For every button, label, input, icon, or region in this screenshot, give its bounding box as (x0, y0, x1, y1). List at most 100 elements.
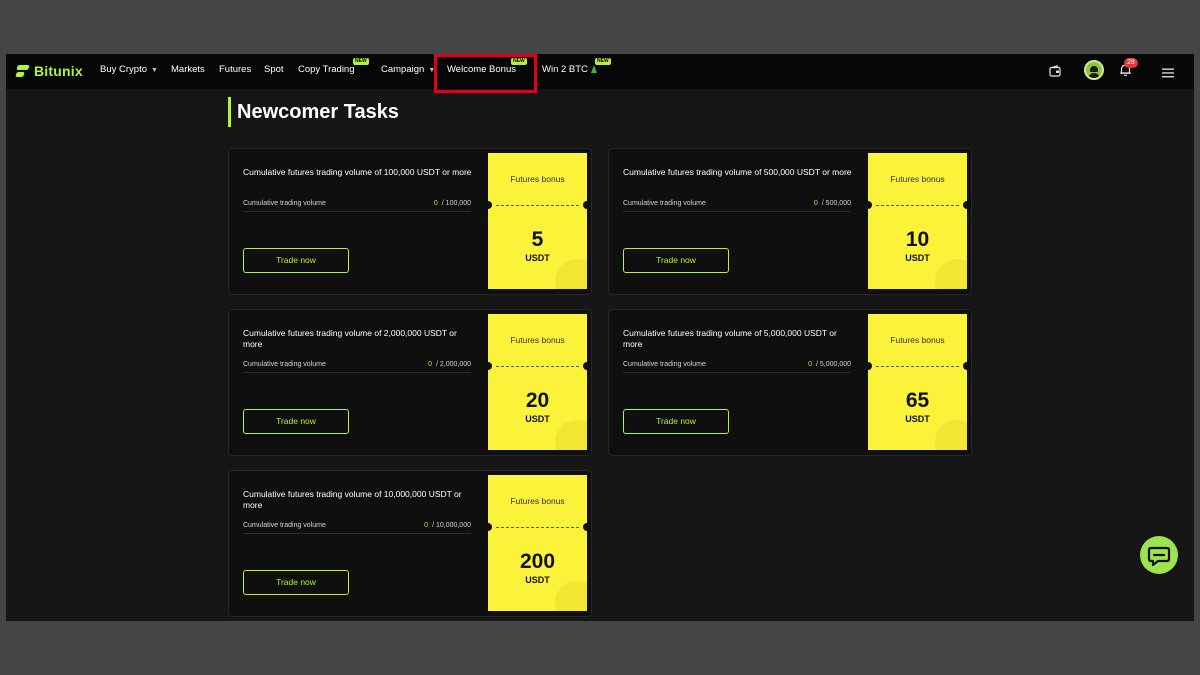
nav-item-label: Copy Trading (298, 64, 355, 75)
progress-label: Cumulative trading volume (243, 200, 326, 207)
new-badge: NEW (511, 58, 527, 65)
progress-current: 0 (428, 361, 432, 368)
ticket-notch (484, 362, 492, 370)
progress-value: 0/ 100,000 (379, 200, 471, 207)
menu-icon[interactable] (1162, 65, 1174, 83)
trade-now-button[interactable]: Trade now (623, 409, 729, 434)
divider (243, 533, 471, 534)
nav-item-label: Welcome Bonus (447, 64, 516, 75)
nav-item-label: Futures (219, 64, 252, 75)
progress-label: Cumulative trading volume (623, 200, 706, 207)
bonus-label: Futures bonus (510, 496, 565, 506)
nav-item-buy-crypto[interactable]: Buy Crypto ▼ (100, 64, 158, 75)
new-badge: NEW (595, 58, 611, 65)
christmas-tree-icon (590, 65, 597, 73)
divider (623, 372, 851, 373)
coin-decoration (935, 420, 967, 450)
bonus-ticket: Futures bonus 10 USDT (868, 153, 967, 289)
bonus-label: Futures bonus (510, 174, 565, 184)
ticket-divider (496, 366, 579, 367)
wallet-icon[interactable] (1049, 64, 1061, 82)
bonus-amount: 20 (525, 389, 550, 412)
ticket-notch (963, 201, 971, 209)
progress-target: / 5,000,000 (815, 361, 851, 368)
ticket-divider (876, 366, 959, 367)
ticket-notch (484, 523, 492, 531)
bonus-ticket: Futures bonus 5 USDT (488, 153, 587, 289)
bonus-amount: 5 (531, 228, 544, 251)
logo-text: Bitunix (34, 63, 83, 79)
progress-target: / 500,000 (821, 200, 851, 207)
progress-current: 0 (424, 522, 429, 529)
progress-value: 0/ 5,000,000 (759, 361, 851, 368)
divider (243, 372, 471, 373)
nav-item-label: Spot (264, 64, 284, 75)
bonus-label: Futures bonus (510, 335, 565, 345)
nav-item-label: Win 2 BTC (542, 64, 588, 75)
bonus-unit: USDT (905, 253, 930, 263)
nav-item-copy-trading[interactable]: Copy Trading (298, 64, 355, 75)
divider (623, 211, 851, 212)
bitunix-logo-icon (15, 64, 30, 78)
nav-item-spot[interactable]: Spot (264, 64, 284, 75)
task-title: Cumulative futures trading volume of 500… (623, 167, 852, 177)
task-title: Cumulative futures trading volume of 5,0… (623, 328, 837, 349)
avatar[interactable] (1084, 60, 1104, 80)
progress-value: 0/ 2,000,000 (379, 361, 471, 368)
trade-now-button[interactable]: Trade now (243, 248, 349, 273)
trade-now-button[interactable]: Trade now (243, 570, 349, 595)
task-title: Cumulative futures trading volume of 100… (243, 167, 472, 177)
nav-item-welcome-bonus[interactable]: Welcome Bonus (447, 64, 516, 75)
page-title-block: Newcomer Tasks (228, 97, 399, 127)
nav-item-label: Markets (171, 64, 205, 75)
task-card: Cumulative futures trading volume of 10,… (228, 470, 592, 617)
progress-current: 0 (813, 200, 818, 207)
chat-support-button[interactable] (1140, 536, 1178, 574)
task-title: Cumulative futures trading volume of 10,… (243, 489, 462, 510)
nav-item-markets[interactable]: Markets (171, 64, 205, 75)
task-title: Cumulative futures trading volume of 2,0… (243, 328, 457, 349)
bonus-amount: 200 (519, 550, 556, 573)
caret-down-icon: ▼ (428, 67, 436, 74)
ticket-notch (864, 362, 872, 370)
progress-value: 0/ 10,000,000 (379, 522, 471, 529)
bonus-unit: USDT (525, 253, 550, 263)
progress-label: Cumulative trading volume (243, 522, 326, 529)
nav-item-futures[interactable]: Futures (219, 64, 251, 75)
task-card: Cumulative futures trading volume of 5,0… (608, 309, 972, 456)
divider (243, 211, 471, 212)
coin-decoration (555, 581, 587, 611)
ticket-divider (496, 205, 579, 206)
ticket-notch (864, 201, 872, 209)
new-badge: NEW (353, 58, 369, 65)
nav-item-win-2-btc[interactable]: Win 2 BTC (542, 64, 597, 75)
bonus-ticket: Futures bonus 65 USDT (868, 314, 967, 450)
coin-decoration (555, 259, 587, 289)
caret-down-icon: ▼ (151, 67, 158, 74)
progress-label: Cumulative trading volume (243, 361, 326, 368)
bonus-amount: 65 (905, 389, 930, 412)
nav-item-label: Campaign (381, 64, 425, 75)
bonus-unit: USDT (525, 414, 550, 424)
bonus-unit: USDT (525, 575, 550, 585)
ticket-notch (583, 201, 591, 209)
logo[interactable]: Bitunix (15, 61, 83, 81)
bonus-label: Futures bonus (890, 335, 945, 345)
progress-value: 0/ 500,000 (759, 200, 851, 207)
bonus-ticket: Futures bonus 20 USDT (488, 314, 587, 450)
ticket-divider (496, 527, 579, 528)
ticket-divider (876, 205, 959, 206)
progress-target: / 100,000 (441, 200, 471, 207)
trade-now-button[interactable]: Trade now (623, 248, 729, 273)
progress-current: 0 (808, 361, 812, 368)
nav-item-label: Buy Crypto (100, 64, 147, 75)
progress-current: 0 (433, 200, 438, 207)
ticket-notch (583, 523, 591, 531)
bonus-label: Futures bonus (890, 174, 945, 184)
coin-decoration (935, 259, 967, 289)
trade-now-button[interactable]: Trade now (243, 409, 349, 434)
nav-item-campaign[interactable]: Campaign ▼ (381, 64, 435, 75)
task-card: Cumulative futures trading volume of 500… (608, 148, 972, 295)
bonus-amount: 10 (905, 228, 930, 251)
page-title: Newcomer Tasks (237, 101, 399, 123)
